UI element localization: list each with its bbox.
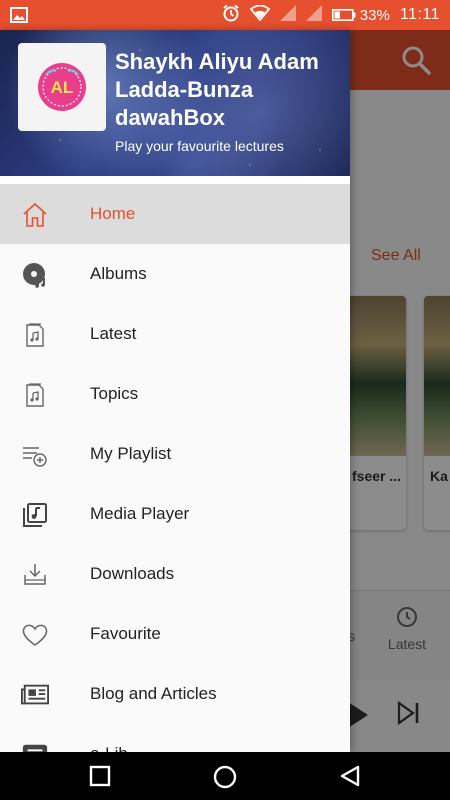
drawer-header: AL Shaykh Aliyu Adam Ladda-Bunza dawahBo…	[0, 30, 350, 176]
menu-item-label: Downloads	[90, 564, 175, 583]
system-nav-bar	[0, 752, 450, 800]
menu-item-label: Blog and Articles	[90, 684, 217, 703]
drawer-subtitle: Play your favourite lectures	[115, 138, 284, 154]
menu-item-my-playlist[interactable]: My Playlist	[0, 424, 350, 484]
menu-item-label: Home	[90, 204, 136, 223]
menu-item-blog-and-articles[interactable]: Blog and Articles	[0, 664, 350, 724]
battery-percent: 33%	[359, 6, 390, 24]
music-file-icon	[21, 321, 49, 349]
alarm-icon	[222, 4, 240, 26]
app-logo: AL	[18, 43, 106, 131]
menu-item-label: Latest	[90, 324, 137, 343]
playlist-add-icon	[21, 441, 49, 469]
music-file-icon	[21, 381, 49, 409]
menu-item-e-lib[interactable]: e-Lib	[0, 724, 350, 752]
media-library-icon	[21, 501, 49, 529]
book-icon	[21, 741, 49, 752]
signal-icon-2	[305, 5, 322, 25]
home-icon	[21, 201, 49, 229]
menu-item-favourite[interactable]: Favourite	[0, 604, 350, 664]
menu-item-topics[interactable]: Topics	[0, 364, 350, 424]
back-icon[interactable]	[338, 764, 362, 788]
menu-item-downloads[interactable]: Downloads	[0, 544, 350, 604]
drawer-title: Shaykh Aliyu Adam Ladda-Bunza dawahBox	[115, 49, 319, 130]
menu-item-media-player[interactable]: Media Player	[0, 484, 350, 544]
download-icon	[21, 561, 49, 589]
newspaper-icon	[21, 681, 49, 709]
heart-icon	[21, 621, 49, 649]
menu-item-home[interactable]: Home	[0, 184, 350, 244]
menu-item-latest[interactable]: Latest	[0, 304, 350, 364]
logo-text: AL	[51, 78, 74, 97]
recent-apps-icon[interactable]	[88, 764, 112, 788]
menu-item-label: Favourite	[90, 624, 161, 643]
menu-item-label: Media Player	[90, 504, 190, 523]
menu-item-label: My Playlist	[90, 444, 172, 463]
menu-item-label: e-Lib	[90, 744, 128, 752]
menu-item-label: Albums	[90, 264, 147, 283]
battery-indicator: 33%	[331, 6, 390, 24]
header-divider	[0, 176, 350, 184]
home-button-icon[interactable]	[212, 764, 237, 789]
wifi-icon	[249, 4, 271, 25]
gallery-notification-icon	[10, 6, 28, 29]
signal-icon-1	[279, 5, 296, 25]
navigation-drawer: AL Shaykh Aliyu Adam Ladda-Bunza dawahBo…	[0, 30, 350, 752]
status-bar: 33% 11:11	[0, 0, 450, 30]
disc-icon	[21, 261, 49, 289]
clock: 11:11	[399, 6, 440, 23]
menu-item-albums[interactable]: Albums	[0, 244, 350, 304]
menu-item-label: Topics	[90, 384, 139, 403]
drawer-menu: Home Albums Latest Topics My Playlist Me…	[0, 184, 350, 752]
